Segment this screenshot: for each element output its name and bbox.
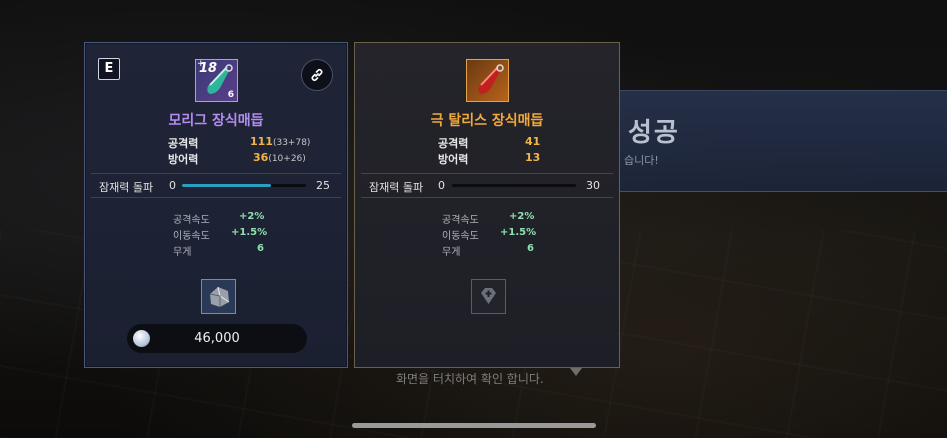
stat-value: 36(10+26) — [253, 151, 306, 164]
potential-max: 25 — [316, 179, 330, 192]
divider — [361, 173, 613, 174]
stat-label: 공격력 — [438, 137, 469, 150]
sub-stat-label: 이동속도 — [442, 231, 479, 242]
item-count: 6 — [227, 90, 234, 100]
chain-link-icon — [311, 68, 323, 82]
potential-label: 잠재력 돌파 — [369, 181, 424, 194]
sub-stat-label: 이동속도 — [173, 231, 210, 242]
result-subtitle: 습니다! — [624, 154, 659, 167]
sub-stat-label: 공격속도 — [173, 215, 210, 226]
potential-bar — [452, 184, 576, 187]
potential-min: 0 — [169, 179, 176, 192]
sub-stat-label: 무게 — [173, 247, 192, 258]
stat-label: 공격력 — [168, 137, 199, 150]
item-card-compare[interactable]: 극 탈리스 장식매듭 공격력 41 방어력 13 잠재력 돌파 0 30 공격속… — [354, 42, 620, 368]
divider — [361, 197, 613, 198]
potential-label: 잠재력 돌파 — [99, 181, 154, 194]
grade-badge: E — [98, 58, 120, 80]
item-name: 극 탈리스 장식매듭 — [430, 113, 544, 129]
sub-stat-label: 공격속도 — [442, 215, 479, 226]
ore-icon — [209, 286, 230, 307]
item-icon: + 18 6 — [195, 59, 238, 102]
stat-label: 방어력 — [168, 153, 199, 166]
sub-stat-value: 6 — [527, 243, 534, 254]
potential-min: 0 — [438, 179, 445, 192]
item-name: 모리그 장식매듭 — [168, 113, 264, 129]
empty-gem-slot[interactable] — [471, 279, 506, 314]
touch-hint: 화면을 터치하여 확인 합니다. — [396, 372, 544, 386]
home-indicator[interactable] — [352, 423, 596, 428]
item-card-current[interactable]: E + 18 6 모리그 장식매듭 공격력 111(33+78) 방어력 36(… — [84, 42, 348, 368]
potential-bar — [182, 184, 306, 187]
divider — [91, 173, 341, 174]
sub-stat-value: +1.5% — [231, 227, 268, 238]
stat-label: 방어력 — [438, 153, 469, 166]
stat-value: 13 — [525, 151, 541, 164]
sub-stat-label: 무게 — [442, 247, 461, 258]
potential-max: 30 — [586, 179, 600, 192]
price-value: 46,000 — [194, 331, 240, 346]
price-bar: 46,000 — [127, 324, 307, 353]
chevron-down-icon — [570, 368, 582, 376]
sub-stat-value: 6 — [257, 243, 264, 254]
stat-value: 111(33+78) — [250, 135, 311, 148]
gem-icon — [481, 288, 496, 304]
sub-stat-value: +1.5% — [500, 227, 537, 238]
sub-stat-value: +2% — [509, 211, 535, 222]
potential-bar-fill — [182, 184, 272, 187]
sub-stat-value: +2% — [239, 211, 265, 222]
enhance-level: 18 — [199, 61, 218, 76]
result-title: 성공 — [628, 118, 680, 148]
item-icon — [466, 59, 509, 102]
divider — [91, 197, 341, 198]
link-button[interactable] — [301, 59, 333, 91]
stat-value: 41 — [525, 135, 541, 148]
gem-slot[interactable] — [201, 279, 236, 314]
